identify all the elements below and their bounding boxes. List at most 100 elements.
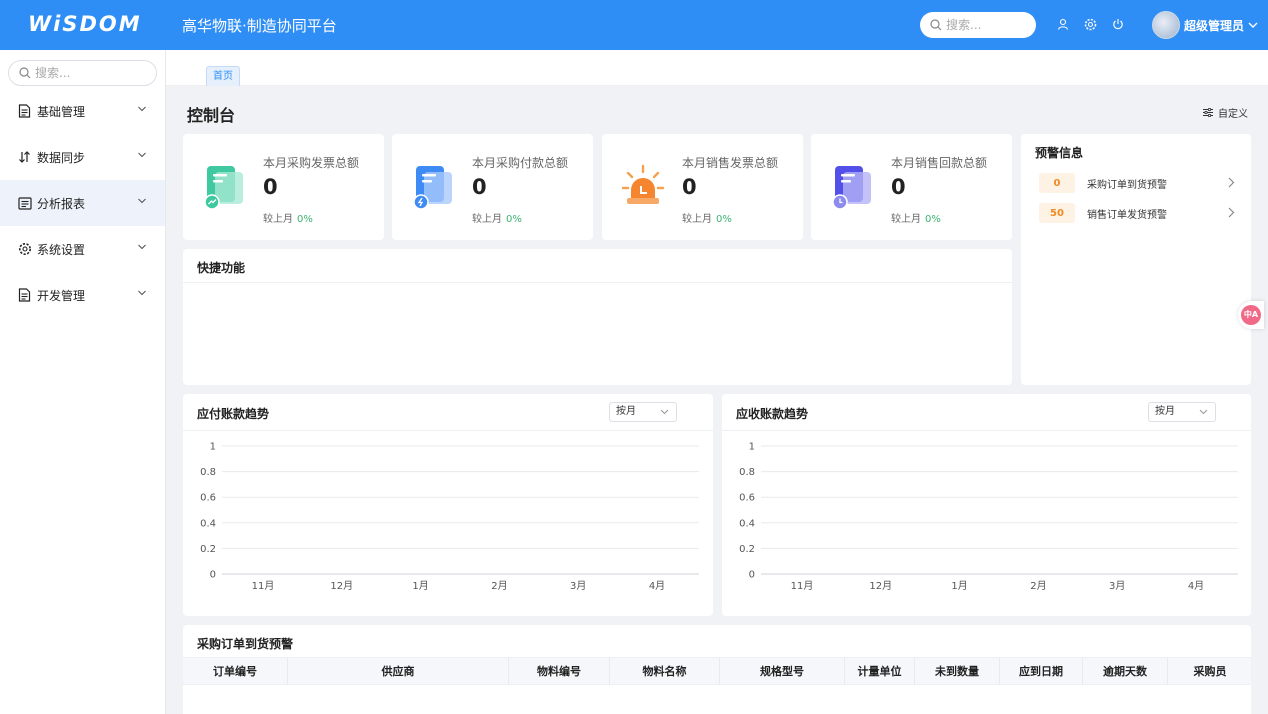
- compare-label: 较上月: [891, 214, 921, 225]
- x-tick-label: 1月: [951, 580, 967, 592]
- y-tick-label: 0.2: [200, 544, 216, 555]
- sidebar-item-label: 数据同步: [37, 150, 86, 165]
- alarm-light-icon: [622, 164, 664, 204]
- chevron-down-icon: [138, 198, 146, 204]
- invoice-chart-icon: [204, 166, 243, 210]
- column-header[interactable]: 计量单位: [845, 658, 915, 685]
- alert-count-badge: 50: [1039, 203, 1075, 223]
- user-icon[interactable]: [1056, 17, 1070, 31]
- y-tick-label: 0.8: [200, 467, 216, 478]
- sync-arrows-icon: [18, 150, 32, 164]
- column-header[interactable]: 物料编号: [509, 658, 610, 685]
- period-select[interactable]: 按月: [609, 402, 677, 422]
- stat-card-sales-invoice[interactable]: 本月销售发票总额 0 较上月 0%: [602, 134, 803, 240]
- table-header: 订单编号 供应商 物料编号 物料名称 规格型号 计量单位 未到数量 应到日期 逾…: [183, 657, 1251, 685]
- compare-percent: 0%: [297, 214, 313, 225]
- brand-logo[interactable]: WiSDOM: [28, 12, 142, 36]
- stat-value: 0: [472, 175, 487, 199]
- x-tick-label: 4月: [1188, 580, 1204, 592]
- sidebar-search-input[interactable]: [35, 66, 145, 80]
- translate-button[interactable]: 中A: [1238, 301, 1264, 329]
- sidebar-item-dev-management[interactable]: 开发管理: [0, 272, 165, 318]
- receivables-trend-chart: 0 0.2 0.4 0.6 0.8 1 11月 12月 1月 2月 3月 4月: [739, 442, 1238, 592]
- sidebar-item-label: 系统设置: [37, 242, 86, 257]
- y-tick-label: 0.4: [739, 518, 755, 529]
- top-header: WiSDOM 高华物联·制造协同平台 超级管理员: [0, 0, 1268, 50]
- user-menu[interactable]: 超级管理员: [1152, 11, 1258, 39]
- chevron-down-icon: [138, 290, 146, 296]
- chevron-down-icon: [660, 409, 669, 415]
- column-header[interactable]: 应到日期: [1000, 658, 1083, 685]
- table-title: 采购订单到货预警: [197, 637, 294, 651]
- column-header[interactable]: 订单编号: [183, 658, 288, 685]
- y-tick-label: 0.6: [200, 493, 216, 504]
- compare-percent: 0%: [716, 214, 732, 225]
- username: 超级管理员: [1184, 18, 1245, 33]
- chevron-down-icon: [1248, 22, 1258, 28]
- alerts-panel: 预警信息 0 采购订单到货预警 50 销售订单发货预警: [1021, 134, 1251, 385]
- sidebar-item-label: 基础管理: [37, 104, 86, 119]
- stat-value: 0: [682, 175, 697, 199]
- stat-label: 本月采购付款总额: [472, 156, 569, 170]
- search-icon: [19, 67, 31, 79]
- stat-card-sales-receipt[interactable]: 本月销售回款总额 0 较上月 0%: [811, 134, 1012, 240]
- tab-home[interactable]: 首页: [206, 66, 240, 86]
- alert-purchase-arrival[interactable]: 0 采购订单到货预警: [1039, 172, 1235, 194]
- column-header[interactable]: 逾期天数: [1083, 658, 1168, 685]
- x-tick-label: 11月: [252, 580, 275, 592]
- chevron-down-icon: [138, 244, 146, 250]
- search-icon: [930, 19, 942, 31]
- y-tick-label: 0.6: [739, 493, 755, 504]
- y-tick-label: 0: [749, 570, 755, 581]
- x-tick-label: 3月: [570, 580, 586, 592]
- sidebar-item-basic-management[interactable]: 基础管理: [0, 88, 165, 134]
- column-header[interactable]: 供应商: [288, 658, 509, 685]
- alerts-title: 预警信息: [1035, 146, 1084, 160]
- customize-button[interactable]: 自定义: [1203, 105, 1248, 120]
- tab-strip: 首页: [166, 50, 1268, 86]
- header-search-box[interactable]: [920, 12, 1036, 38]
- stat-compare: 较上月 0%: [263, 210, 313, 225]
- stat-card-purchase-invoice[interactable]: 本月采购发票总额 0 较上月 0%: [183, 134, 384, 240]
- y-tick-label: 0: [210, 570, 216, 581]
- y-tick-label: 0.2: [739, 544, 755, 555]
- stat-label: 本月销售发票总额: [682, 156, 779, 170]
- gear-icon[interactable]: [1083, 17, 1097, 31]
- alert-sales-shipment[interactable]: 50 销售订单发货预警: [1039, 202, 1235, 224]
- payables-trend-chart: 0 0.2 0.4 0.6 0.8 1 11月 12月 1月 2月 3月 4月: [200, 442, 699, 592]
- power-icon[interactable]: [1111, 17, 1125, 31]
- sidebar-item-label: 开发管理: [37, 288, 86, 303]
- x-tick-label: 2月: [1030, 580, 1046, 592]
- chevron-down-icon: [1199, 409, 1208, 415]
- stat-value: 0: [891, 175, 906, 199]
- column-header[interactable]: 未到数量: [915, 658, 1000, 685]
- document-icon: [18, 104, 32, 118]
- stat-card-purchase-payment[interactable]: 本月采购付款总额 0 较上月 0%: [392, 134, 593, 240]
- stat-value: 0: [263, 175, 278, 199]
- sidebar-item-analysis-reports[interactable]: 分析报表: [0, 180, 165, 226]
- divider: [722, 430, 1251, 431]
- compare-label: 较上月: [472, 214, 502, 225]
- column-header[interactable]: 采购员: [1168, 658, 1251, 685]
- divider: [183, 282, 1012, 283]
- sidebar-item-data-sync[interactable]: 数据同步: [0, 134, 165, 180]
- sidebar-search-box[interactable]: [8, 60, 157, 86]
- receivables-trend-card: 应收账款趋势 按月 0 0.2 0.4 0.6 0.8 1 11月 12月 1月 2月 3月 4月: [722, 394, 1251, 616]
- quick-functions-title: 快捷功能: [197, 261, 246, 275]
- header-search-input[interactable]: [946, 18, 1030, 32]
- column-header[interactable]: 物料名称: [610, 658, 720, 685]
- purchase-arrival-table-card: 采购订单到货预警 订单编号 供应商 物料编号 物料名称 规格型号 计量单位 未到…: [183, 625, 1251, 714]
- x-tick-label: 12月: [330, 580, 353, 592]
- stat-compare: 较上月 0%: [891, 210, 941, 225]
- period-select[interactable]: 按月: [1148, 402, 1216, 422]
- compare-percent: 0%: [506, 214, 522, 225]
- column-header[interactable]: 规格型号: [720, 658, 845, 685]
- app-title: 高华物联·制造协同平台: [182, 17, 337, 35]
- clock-document-icon: [832, 166, 871, 210]
- avatar: [1152, 11, 1180, 39]
- customize-label: 自定义: [1218, 109, 1248, 120]
- report-icon: [18, 196, 32, 210]
- period-select-value: 按月: [616, 406, 636, 417]
- sidebar-item-system-settings[interactable]: 系统设置: [0, 226, 165, 272]
- chevron-down-icon: [138, 152, 146, 158]
